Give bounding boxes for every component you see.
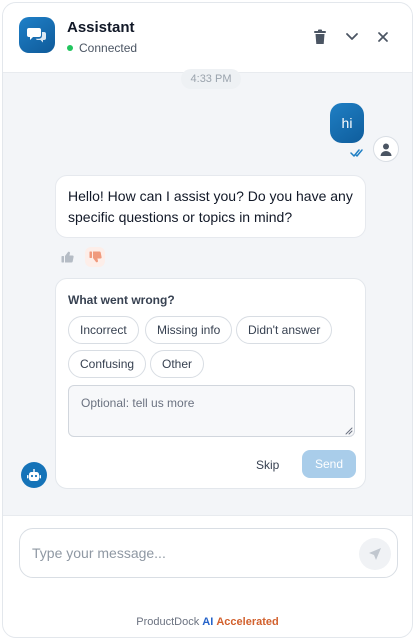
user-message-bubble: hi xyxy=(330,103,364,143)
double-check-icon xyxy=(350,149,363,157)
message-input[interactable] xyxy=(19,528,398,578)
send-feedback-button[interactable]: Send xyxy=(302,450,356,478)
feedback-chip-other[interactable]: Other xyxy=(150,350,205,378)
send-message-button[interactable] xyxy=(359,538,391,570)
feedback-details-input[interactable] xyxy=(68,385,355,437)
brand-footer: ProductDock AI Accelerated xyxy=(3,616,412,628)
brand-accelerated: Accelerated xyxy=(216,616,279,628)
feedback-chip-didnt-answer[interactable]: Didn't answer xyxy=(236,316,333,344)
feedback-title: What went wrong? xyxy=(68,293,175,307)
feedback-chip-confusing[interactable]: Confusing xyxy=(68,350,147,378)
close-icon xyxy=(378,32,388,42)
thumbs-up-icon xyxy=(61,251,74,263)
chat-header: Assistant Connected xyxy=(3,3,412,73)
delete-chat-button[interactable] xyxy=(310,27,330,47)
chat-widget: Assistant Connected 4:33 PM hi Hello! Ho… xyxy=(2,2,413,638)
status-dot-icon xyxy=(67,45,73,51)
composer: ProductDock AI Accelerated xyxy=(3,515,412,637)
bot-avatar xyxy=(21,462,47,488)
status-label: Connected xyxy=(79,41,138,55)
user-avatar xyxy=(373,136,399,162)
assistant-title: Assistant xyxy=(67,19,135,36)
brand-ai: AI xyxy=(202,616,214,628)
brand-name: ProductDock xyxy=(136,616,200,628)
feedback-chip-missing-info[interactable]: Missing info xyxy=(145,316,233,344)
thumbs-down-button[interactable] xyxy=(85,247,105,267)
thumbs-up-button[interactable] xyxy=(57,247,77,267)
feedback-chip-incorrect[interactable]: Incorrect xyxy=(68,316,139,344)
chevron-down-icon xyxy=(346,33,358,40)
paper-plane-icon xyxy=(369,548,381,560)
message-timestamp: 4:33 PM xyxy=(181,69,241,89)
skip-button[interactable]: Skip xyxy=(250,451,285,479)
resize-grip-icon[interactable] xyxy=(345,427,353,435)
thumbs-down-icon xyxy=(89,251,102,263)
connection-status: Connected xyxy=(67,41,137,55)
chat-bubbles-icon xyxy=(19,17,55,53)
robot-icon xyxy=(27,468,41,481)
user-icon xyxy=(380,143,392,156)
feedback-form: What went wrong? Incorrect Missing info … xyxy=(55,278,366,489)
bot-message-bubble: Hello! How can I assist you? Do you have… xyxy=(55,175,366,238)
trash-icon xyxy=(314,29,326,44)
minimize-button[interactable] xyxy=(342,27,362,47)
close-button[interactable] xyxy=(373,27,393,47)
